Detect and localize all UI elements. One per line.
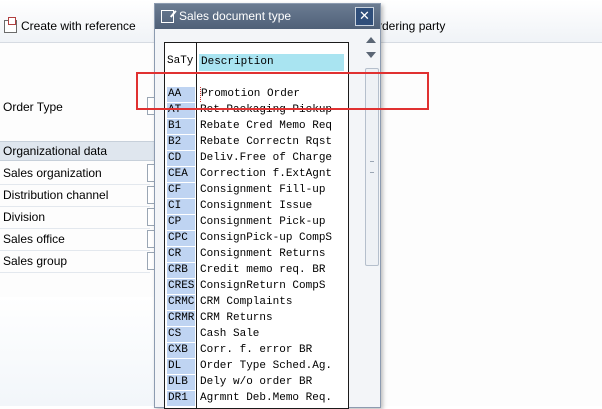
division-label: Division xyxy=(3,210,46,224)
organizational-data-header: Organizational data xyxy=(0,141,160,161)
ordering-party-label: rdering party xyxy=(378,19,446,33)
row-key: CF xyxy=(167,183,195,198)
sales-group-label: Sales group xyxy=(3,254,68,268)
row-description: Dely w/o order BR xyxy=(200,376,313,388)
list-item[interactable]: CS Cash Sale xyxy=(165,327,348,343)
row-key: CRMR xyxy=(167,311,195,326)
row-key: B2 xyxy=(167,135,195,150)
row-description: Credit memo req. BR xyxy=(200,264,326,276)
create-with-reference-button[interactable]: Create with reference xyxy=(4,16,136,33)
scroll-down-icon[interactable] xyxy=(366,52,376,58)
row-description: Cash Sale xyxy=(200,328,260,340)
value-rows: AA Promotion Order AT Ret.Packaging Pickup B… xyxy=(165,87,348,407)
list-item[interactable]: B1 Rebate Cred Memo Req xyxy=(165,119,348,135)
list-item[interactable]: CR Consignment Returns xyxy=(165,247,348,263)
row-description: Consignment Returns xyxy=(200,248,326,260)
dialog-title: Sales document type xyxy=(179,9,292,23)
list-item[interactable]: DR1 Agrmnt Deb.Memo Req. xyxy=(165,391,348,407)
row-description: Consignment Fill-up xyxy=(200,184,326,196)
divider xyxy=(0,272,150,273)
divider xyxy=(0,250,150,251)
row-description: CRM Returns xyxy=(200,312,273,324)
row-key: CEA xyxy=(167,167,195,182)
row-description: Agrmnt Deb.Memo Req. xyxy=(200,392,333,404)
row-key: CRES xyxy=(167,279,195,294)
row-key: CRB xyxy=(167,263,195,278)
sales-document-type-dialog: Sales document type ✕ SaTy Description A… xyxy=(154,3,381,409)
divider xyxy=(0,206,150,207)
row-description: Deliv.Free of Charge xyxy=(200,152,333,164)
dialog-title-bar[interactable]: Sales document type ✕ xyxy=(155,4,380,29)
row-key: CD xyxy=(167,151,195,166)
edit-icon xyxy=(161,10,174,23)
row-description: Correction f.ExtAgnt xyxy=(200,168,333,180)
column-header-key[interactable]: SaTy xyxy=(167,55,193,67)
row-key: CP xyxy=(167,215,195,230)
list-item[interactable]: CXB Corr. f. error BR xyxy=(165,343,348,359)
list-item[interactable]: CEA Correction f.ExtAgnt xyxy=(165,167,348,183)
ordering-party-button[interactable]: rdering party xyxy=(378,19,445,33)
order-type-label: Order Type xyxy=(3,100,63,114)
list-item[interactable]: DL Order Type Sched.Ag. xyxy=(165,359,348,375)
row-key: DL xyxy=(167,359,195,374)
list-item[interactable]: CP Consignment Pick-up xyxy=(165,215,348,231)
row-key: AT xyxy=(167,103,195,118)
grip-icon xyxy=(370,161,374,173)
row-key: CI xyxy=(167,199,195,214)
row-key: CR xyxy=(167,247,195,262)
row-description: ConsignPick-up CompS xyxy=(200,232,333,244)
row-key: CS xyxy=(167,327,195,342)
list-item[interactable]: CI Consignment Issue xyxy=(165,199,348,215)
row-description: Rebate Correctn Rqst xyxy=(200,136,333,148)
document-copy-icon xyxy=(4,16,17,33)
organizational-data-title: Organizational data xyxy=(3,144,108,158)
create-with-reference-label: Create with reference xyxy=(21,19,136,33)
list-item[interactable]: CRB Credit memo req. BR xyxy=(165,263,348,279)
row-description: Consignment Pick-up xyxy=(200,216,326,228)
row-key: DR1 xyxy=(167,391,195,406)
list-item[interactable]: CRES ConsignReturn CompS xyxy=(165,279,348,295)
sales-organization-label: Sales organization xyxy=(3,166,102,180)
list-item[interactable]: AT Ret.Packaging Pickup xyxy=(165,103,348,119)
column-header-description[interactable]: Description xyxy=(199,54,344,71)
distribution-channel-label: Distribution channel xyxy=(3,188,109,202)
row-key: B1 xyxy=(167,119,195,134)
sales-office-label: Sales office xyxy=(3,232,65,246)
row-key: AA xyxy=(167,87,195,102)
value-list: SaTy Description AA Promotion Order AT Ret.… xyxy=(164,42,349,409)
list-item[interactable]: CD Deliv.Free of Charge xyxy=(165,151,348,167)
list-item[interactable]: DLB Dely w/o order BR xyxy=(165,375,348,391)
row-description: Rebate Cred Memo Req xyxy=(200,120,333,132)
row-description: Corr. f. error BR xyxy=(200,344,313,356)
divider xyxy=(0,184,150,185)
scrollbar-thumb[interactable] xyxy=(365,68,379,266)
row-description: CRM Complaints xyxy=(200,296,293,308)
list-item[interactable]: CF Consignment Fill-up xyxy=(165,183,348,199)
background-panel xyxy=(0,297,160,406)
row-description: Promotion Order xyxy=(200,87,301,102)
list-item[interactable]: AA Promotion Order xyxy=(165,87,348,103)
divider xyxy=(0,228,150,229)
row-description: Ret.Packaging Pickup xyxy=(200,104,333,116)
list-item[interactable]: CPC ConsignPick-up CompS xyxy=(165,231,348,247)
list-item[interactable]: CRMR CRM Returns xyxy=(165,311,348,327)
list-item[interactable]: CRMC CRM Complaints xyxy=(165,295,348,311)
row-description: Order Type Sched.Ag. xyxy=(200,360,333,372)
column-header-row: SaTy Description xyxy=(165,54,348,71)
scroll-up-icon[interactable] xyxy=(366,37,376,43)
row-key: DLB xyxy=(167,375,195,390)
vertical-scrollbar[interactable] xyxy=(364,32,379,407)
row-description: ConsignReturn CompS xyxy=(200,280,326,292)
row-description: Consignment Issue xyxy=(200,200,313,212)
close-button[interactable]: ✕ xyxy=(355,7,374,26)
list-item[interactable]: B2 Rebate Correctn Rqst xyxy=(165,135,348,151)
row-key: CRMC xyxy=(167,295,195,310)
row-key: CPC xyxy=(167,231,195,246)
row-key: CXB xyxy=(167,343,195,358)
close-icon: ✕ xyxy=(359,8,370,23)
